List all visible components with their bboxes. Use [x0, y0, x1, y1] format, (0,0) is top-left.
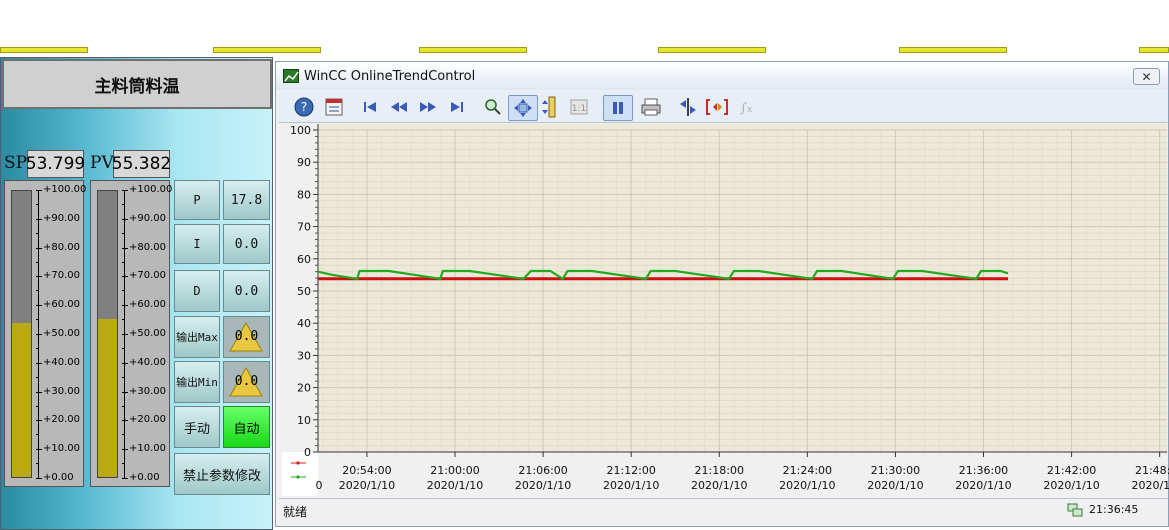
x-tick-time-label: 21:36:00 [959, 464, 1008, 477]
x-tick-date-label: 2020/1/10 [1043, 479, 1099, 492]
x-tick-time-label: 21:30:00 [871, 464, 920, 477]
status-time: 21:36:45 [1089, 503, 1139, 516]
y-tick-label: 30 [297, 349, 311, 362]
status-bar: 就绪 21:36:45 [279, 498, 1168, 523]
status-text: 就绪 [283, 505, 308, 519]
y-tick-label: 10 [297, 414, 311, 427]
x-tick-date-label: 2020/1/10 [955, 479, 1011, 492]
x-tick-date-label: 2020/1/10 [339, 479, 395, 492]
y-tick-label: 90 [297, 156, 311, 169]
legend-marker [296, 475, 300, 479]
y-tick-label: 70 [297, 221, 311, 234]
x-tick-time-label: 21:24:00 [783, 464, 832, 477]
y-tick-label: 40 [297, 317, 311, 330]
x-tick-time-label: 21:12:00 [606, 464, 655, 477]
y-tick-label: 100 [290, 124, 311, 137]
x-tick-date-label: 2020/1/10 [1131, 479, 1169, 492]
x-tick-date-label: 2020/1/10 [867, 479, 923, 492]
x-tick-date-label: 2020/1/10 [515, 479, 571, 492]
y-tick-label: 20 [297, 382, 311, 395]
y-tick-label: 50 [297, 285, 311, 298]
x-tick-partial-label: 0 [316, 479, 323, 492]
x-tick-time-label: 21:42:00 [1047, 464, 1096, 477]
legend-marker [296, 461, 300, 465]
y-tick-label: 0 [304, 446, 311, 459]
x-tick-time-label: 21:48:00 [1135, 464, 1169, 477]
x-tick-date-label: 2020/1/10 [691, 479, 747, 492]
x-tick-time-label: 20:54:00 [342, 464, 391, 477]
x-tick-date-label: 2020/1/10 [603, 479, 659, 492]
x-tick-date-label: 2020/1/10 [427, 479, 483, 492]
x-tick-time-label: 21:06:00 [518, 464, 567, 477]
y-tick-label: 60 [297, 253, 311, 266]
trend-chart: 100908070605040302010020:54:002020/1/102… [290, 124, 1169, 492]
network-status-icon [1067, 502, 1083, 517]
x-tick-time-label: 21:00:00 [430, 464, 479, 477]
x-tick-date-label: 2020/1/10 [779, 479, 835, 492]
x-tick-time-label: 21:18:00 [695, 464, 744, 477]
y-tick-label: 80 [297, 188, 311, 201]
